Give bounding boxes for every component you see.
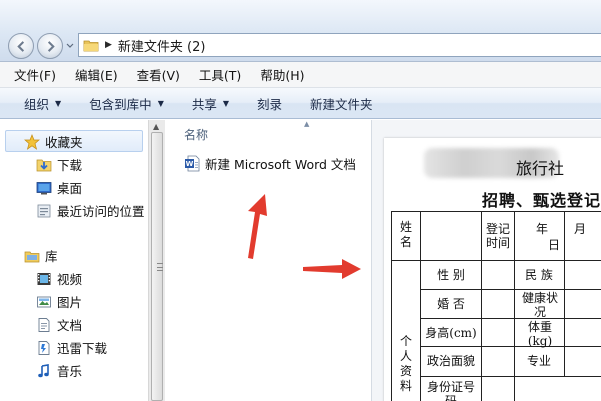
nav-recent-places-label: 最近访问的位置 xyxy=(57,204,145,219)
cell-health: 健康状况 xyxy=(521,291,558,319)
file-item-word-document[interactable]: W 新建 Microsoft Word 文档 xyxy=(184,154,356,173)
file-name-label: 新建 Microsoft Word 文档 xyxy=(205,157,356,172)
nav-item-pictures[interactable]: 图片 xyxy=(36,292,82,311)
recent-pages-dropdown-icon[interactable] xyxy=(65,40,75,52)
back-button[interactable] xyxy=(8,33,34,59)
cell-reg-time: 登记时间 xyxy=(486,222,511,250)
share-label: 共享 xyxy=(191,96,217,112)
organize-button[interactable]: 组织 ▼ xyxy=(24,94,61,113)
burn-button[interactable]: 刻录 xyxy=(257,94,282,113)
navigation-scrollbar[interactable]: ▲ xyxy=(148,120,165,401)
nav-downloads-label: 下载 xyxy=(57,158,83,173)
nav-videos-label: 视频 xyxy=(57,272,83,287)
word-document-icon: W xyxy=(185,155,200,172)
music-library-icon xyxy=(38,363,49,377)
cell-id-number: 身份证号码 xyxy=(426,380,475,401)
scroll-up-arrow-icon[interactable]: ▲ xyxy=(153,122,159,131)
scrollbar-thumb[interactable] xyxy=(151,132,163,401)
nav-favorites-label: 收藏夹 xyxy=(45,135,83,150)
cell-personal-info: 个人资料 xyxy=(399,334,412,393)
address-bar: ▶ 新建文件夹 (2) xyxy=(0,0,601,62)
annotation-arrow-right-icon xyxy=(303,259,361,279)
new-folder-label: 新建文件夹 xyxy=(310,96,373,112)
video-library-icon xyxy=(37,272,51,285)
dropdown-caret-icon: ▼ xyxy=(157,98,164,108)
cell-gender: 性 别 xyxy=(437,268,465,282)
cell-name: 姓名 xyxy=(399,220,412,249)
menu-help[interactable]: 帮助(H) xyxy=(260,65,304,84)
forward-arrow-icon xyxy=(47,40,55,52)
forward-button[interactable] xyxy=(37,33,63,59)
preview-pane: 旅行社 招聘、甄选登记 姓名 登记时间 年 月 日 个人资料 性 别 民 族 婚… xyxy=(371,120,601,401)
desktop-icon xyxy=(36,181,52,194)
nav-item-downloads[interactable]: 下载 xyxy=(36,155,82,174)
nav-item-music[interactable]: 音乐 xyxy=(36,361,82,380)
cell-month: 月 xyxy=(573,222,586,236)
nav-item-desktop[interactable]: 桌面 xyxy=(36,178,82,197)
form-table-grid xyxy=(391,211,601,401)
annotation-arrow-up-icon xyxy=(248,194,267,259)
navigation-pane: 收藏夹 下载 桌面 最近访问的位置 库 视频 图片 文档 迅雷下载 音乐 xyxy=(0,120,148,401)
menu-bar: 文件(F) 编辑(E) 查看(V) 工具(T) 帮助(H) xyxy=(0,62,601,88)
nav-item-documents[interactable]: 文档 xyxy=(36,315,82,334)
cell-year: 年 xyxy=(535,222,548,236)
scrollbar-grip-icon xyxy=(157,263,163,271)
command-bar: 组织 ▼ 包含到库中 ▼ 共享 ▼ 刻录 新建文件夹 xyxy=(0,88,601,119)
folder-icon xyxy=(83,40,99,52)
new-folder-button[interactable]: 新建文件夹 xyxy=(310,94,373,113)
nav-item-videos[interactable]: 视频 xyxy=(36,269,82,288)
menu-edit[interactable]: 编辑(E) xyxy=(75,65,118,84)
cell-height: 身高(cm) xyxy=(425,326,477,340)
nav-libraries-label: 库 xyxy=(45,249,58,264)
library-icon xyxy=(24,251,40,262)
share-button[interactable]: 共享 ▼ xyxy=(192,94,229,113)
dropdown-caret-icon: ▼ xyxy=(55,98,62,108)
cell-day: 日 xyxy=(547,238,560,252)
cell-weight: 体重(kg) xyxy=(527,320,553,348)
pictures-library-icon xyxy=(37,296,51,307)
nav-music-label: 音乐 xyxy=(57,364,83,379)
burn-label: 刻录 xyxy=(257,96,283,112)
menu-tools[interactable]: 工具(T) xyxy=(199,65,241,84)
back-arrow-icon xyxy=(16,40,24,52)
nav-item-thunder-downloads[interactable]: 迅雷下载 xyxy=(36,338,107,357)
nav-favorites[interactable]: 收藏夹 xyxy=(24,132,83,151)
nav-desktop-label: 桌面 xyxy=(57,181,83,196)
nav-pictures-label: 图片 xyxy=(57,295,83,310)
address-field[interactable]: ▶ 新建文件夹 (2) xyxy=(78,33,601,57)
breadcrumb-separator-icon[interactable]: ▶ xyxy=(105,40,112,50)
breadcrumb-current-folder[interactable]: 新建文件夹 (2) xyxy=(118,36,206,55)
include-in-library-button[interactable]: 包含到库中 ▼ xyxy=(89,94,164,113)
menu-view[interactable]: 查看(V) xyxy=(137,65,180,84)
document-preview-page: 旅行社 招聘、甄选登记 姓名 登记时间 年 月 日 个人资料 性 别 民 族 婚… xyxy=(384,138,601,401)
dropdown-caret-icon: ▼ xyxy=(222,98,230,108)
include-in-library-label: 包含到库中 xyxy=(89,96,152,112)
column-header-name[interactable]: 名称 xyxy=(184,126,208,143)
cell-politics: 政治面貌 xyxy=(426,354,475,368)
nav-libraries[interactable]: 库 xyxy=(24,246,58,265)
documents-library-icon xyxy=(38,317,50,332)
sort-ascending-icon: ▲ xyxy=(304,120,310,128)
nav-documents-label: 文档 xyxy=(57,318,83,333)
cell-marriage: 婚 否 xyxy=(437,297,465,311)
nav-thunder-downloads-label: 迅雷下载 xyxy=(57,341,108,356)
cell-ethnicity: 民 族 xyxy=(525,268,553,282)
nav-item-recent-places[interactable]: 最近访问的位置 xyxy=(36,201,145,220)
organize-label: 组织 xyxy=(24,96,50,112)
recent-places-icon xyxy=(37,204,51,217)
menu-file[interactable]: 文件(F) xyxy=(14,65,56,84)
thunder-download-folder-icon xyxy=(38,340,50,355)
cell-major: 专业 xyxy=(526,354,551,368)
star-icon xyxy=(24,133,40,150)
downloads-folder-icon xyxy=(36,159,52,171)
svg-text:W: W xyxy=(186,160,194,168)
